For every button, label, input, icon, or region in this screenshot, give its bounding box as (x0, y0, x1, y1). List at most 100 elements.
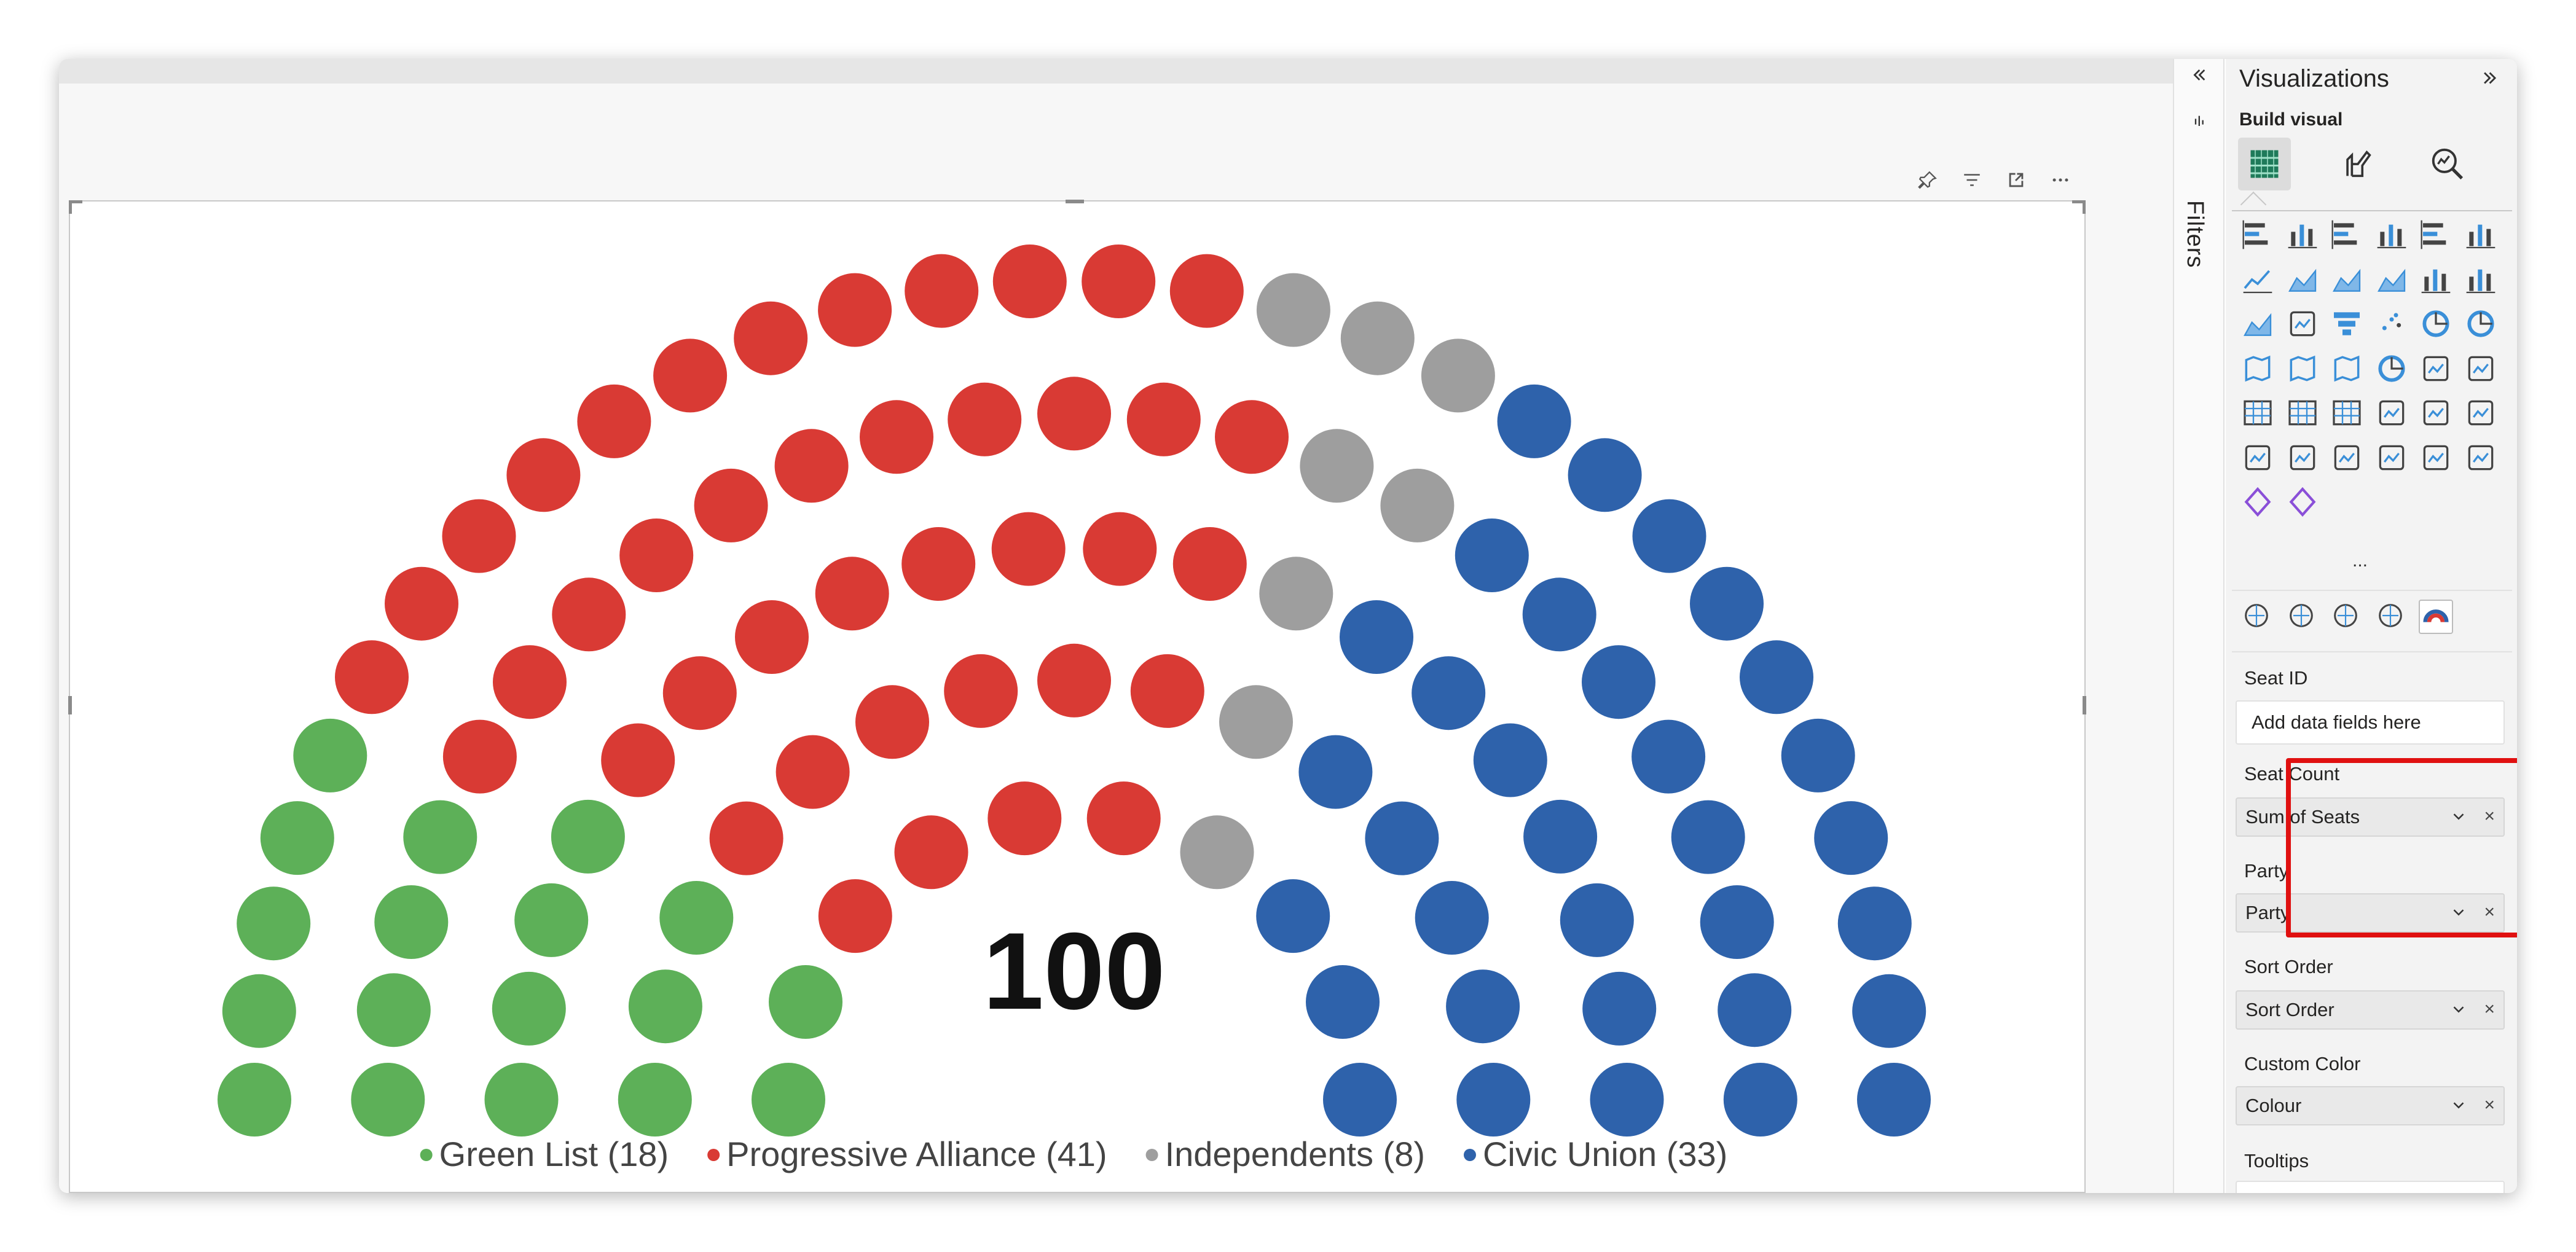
seat-green-list[interactable] (618, 1063, 692, 1137)
legend-marker[interactable] (1463, 1149, 1476, 1161)
collapse-left-icon[interactable] (2189, 65, 2209, 88)
map-icon[interactable] (2285, 351, 2320, 386)
seat-green-list[interactable] (403, 800, 477, 874)
seat-progressive-alliance[interactable] (815, 557, 889, 631)
seat-civic-union[interactable] (1415, 881, 1489, 955)
slicer-icon[interactable] (2240, 396, 2275, 430)
seat-progressive-alliance[interactable] (818, 273, 892, 347)
seat-civic-union[interactable] (1306, 965, 1380, 1039)
seat-green-list[interactable] (356, 973, 431, 1047)
image-icon[interactable] (2374, 440, 2409, 475)
seat-civic-union[interactable] (1671, 800, 1745, 874)
waterfall-chart-icon[interactable] (2285, 307, 2320, 341)
seat-green-list[interactable] (374, 885, 449, 959)
stacked-bar-chart-icon[interactable] (2240, 217, 2275, 252)
seat-independents[interactable] (1380, 468, 1455, 542)
treemap-icon[interactable] (2240, 351, 2275, 386)
funnel-chart-icon[interactable] (2330, 307, 2364, 341)
seat-civic-union[interactable] (1723, 1063, 1797, 1137)
seat-progressive-alliance[interactable] (776, 735, 850, 809)
seat-civic-union[interactable] (1560, 883, 1634, 957)
line-chart-icon[interactable] (2240, 262, 2275, 297)
metrics-icon[interactable] (2464, 440, 2498, 475)
100-stacked-column-chart-icon[interactable] (2464, 217, 2498, 252)
clustered-column-chart-icon[interactable] (2374, 217, 2409, 252)
scatter-chart-icon[interactable] (2374, 307, 2409, 341)
tooltips-drop-zone[interactable]: Add data fields here (2236, 1181, 2505, 1193)
seat-civic-union[interactable] (1632, 499, 1706, 573)
seat-civic-union[interactable] (1582, 971, 1657, 1046)
seat-progressive-alliance[interactable] (734, 301, 808, 375)
seat-progressive-alliance[interactable] (988, 781, 1062, 856)
legend-marker[interactable] (1145, 1149, 1158, 1161)
seat-progressive-alliance[interactable] (991, 512, 1066, 586)
legend-item-independents[interactable]: Independents (8) (1165, 1135, 1425, 1173)
seat-civic-union[interactable] (1582, 645, 1655, 719)
parliament-chart-icon[interactable] (2419, 600, 2453, 634)
custom-color-field-pill[interactable]: Colour × (2236, 1086, 2505, 1125)
seat-civic-union[interactable] (1590, 1063, 1664, 1137)
seat-green-list[interactable] (659, 881, 734, 955)
seat-progressive-alliance[interactable] (992, 245, 1067, 318)
format-visual-tab-icon[interactable] (2331, 138, 2384, 190)
qa-visual-icon[interactable] (2285, 440, 2320, 475)
legend-item-green-list[interactable]: Green List (18) (439, 1135, 669, 1173)
seat-progressive-alliance[interactable] (493, 645, 567, 719)
build-visual-tab-icon[interactable] (2238, 138, 2291, 190)
seat-progressive-alliance[interactable] (894, 815, 968, 890)
seat-civic-union[interactable] (1781, 718, 1855, 792)
chevron-down-icon[interactable] (2449, 1096, 2468, 1114)
seat-civic-union[interactable] (1446, 969, 1520, 1044)
seat-civic-union[interactable] (1340, 600, 1413, 674)
seat-progressive-alliance[interactable] (1086, 781, 1161, 856)
seat-civic-union[interactable] (1814, 801, 1888, 875)
seat-progressive-alliance[interactable] (1130, 654, 1204, 728)
seat-civic-union[interactable] (1412, 656, 1486, 730)
table-icon[interactable] (2285, 396, 2320, 430)
seat-progressive-alliance[interactable] (1037, 377, 1111, 451)
seat-progressive-alliance[interactable] (653, 338, 728, 413)
seat-civic-union[interactable] (1456, 1063, 1531, 1137)
seat-green-list[interactable] (237, 886, 311, 961)
azure-map-icon[interactable] (2330, 351, 2364, 386)
legend-item-progressive-alliance[interactable]: Progressive Alliance (41) (726, 1135, 1107, 1173)
seat-civic-union[interactable] (1852, 974, 1926, 1048)
seat-progressive-alliance[interactable] (694, 468, 768, 542)
sort-order-field-pill[interactable]: Sort Order × (2236, 990, 2505, 1030)
filters-label[interactable]: Filters (2181, 200, 2208, 268)
seat-civic-union[interactable] (1740, 640, 1813, 714)
filter-icon[interactable] (1953, 162, 1991, 198)
analytics-tab-icon[interactable] (2421, 138, 2474, 190)
seat-progressive-alliance[interactable] (905, 254, 979, 328)
seat-green-list[interactable] (484, 1063, 559, 1137)
seat-civic-union[interactable] (1632, 719, 1706, 794)
seat-progressive-alliance[interactable] (735, 600, 809, 674)
more-options-icon[interactable] (2041, 162, 2079, 198)
seat-independents[interactable] (1340, 301, 1415, 375)
seat-independents[interactable] (1256, 273, 1330, 347)
seat-civic-union[interactable] (1497, 384, 1571, 458)
globe-map-icon[interactable] (2240, 600, 2275, 634)
seat-green-list[interactable] (628, 969, 702, 1044)
pie-chart-icon[interactable] (2419, 307, 2453, 341)
seat-progressive-alliance[interactable] (860, 400, 933, 474)
clustered-bar-chart-icon[interactable] (2330, 217, 2364, 252)
pin-icon[interactable] (1909, 162, 1947, 198)
text-filter-icon[interactable] (2374, 600, 2409, 634)
seat-progressive-alliance[interactable] (774, 429, 849, 503)
seat-green-list[interactable] (752, 1063, 825, 1137)
seat-progressive-alliance[interactable] (901, 527, 976, 601)
legend-marker[interactable] (420, 1149, 433, 1161)
seat-green-list[interactable] (293, 718, 367, 792)
seat-civic-union[interactable] (1298, 735, 1373, 809)
donut-chart-icon[interactable] (2464, 307, 2498, 341)
seat-civic-union[interactable] (1323, 1063, 1397, 1137)
seat-green-list[interactable] (222, 974, 296, 1048)
seat-green-list[interactable] (551, 799, 625, 874)
chevron-down-icon[interactable] (2449, 1000, 2468, 1019)
seat-independents[interactable] (1219, 685, 1293, 759)
seat-green-list[interactable] (514, 883, 589, 957)
seat-civic-union[interactable] (1522, 577, 1596, 652)
seat-civic-union[interactable] (1256, 879, 1330, 953)
more-visuals-button[interactable]: ... (2352, 550, 2368, 571)
